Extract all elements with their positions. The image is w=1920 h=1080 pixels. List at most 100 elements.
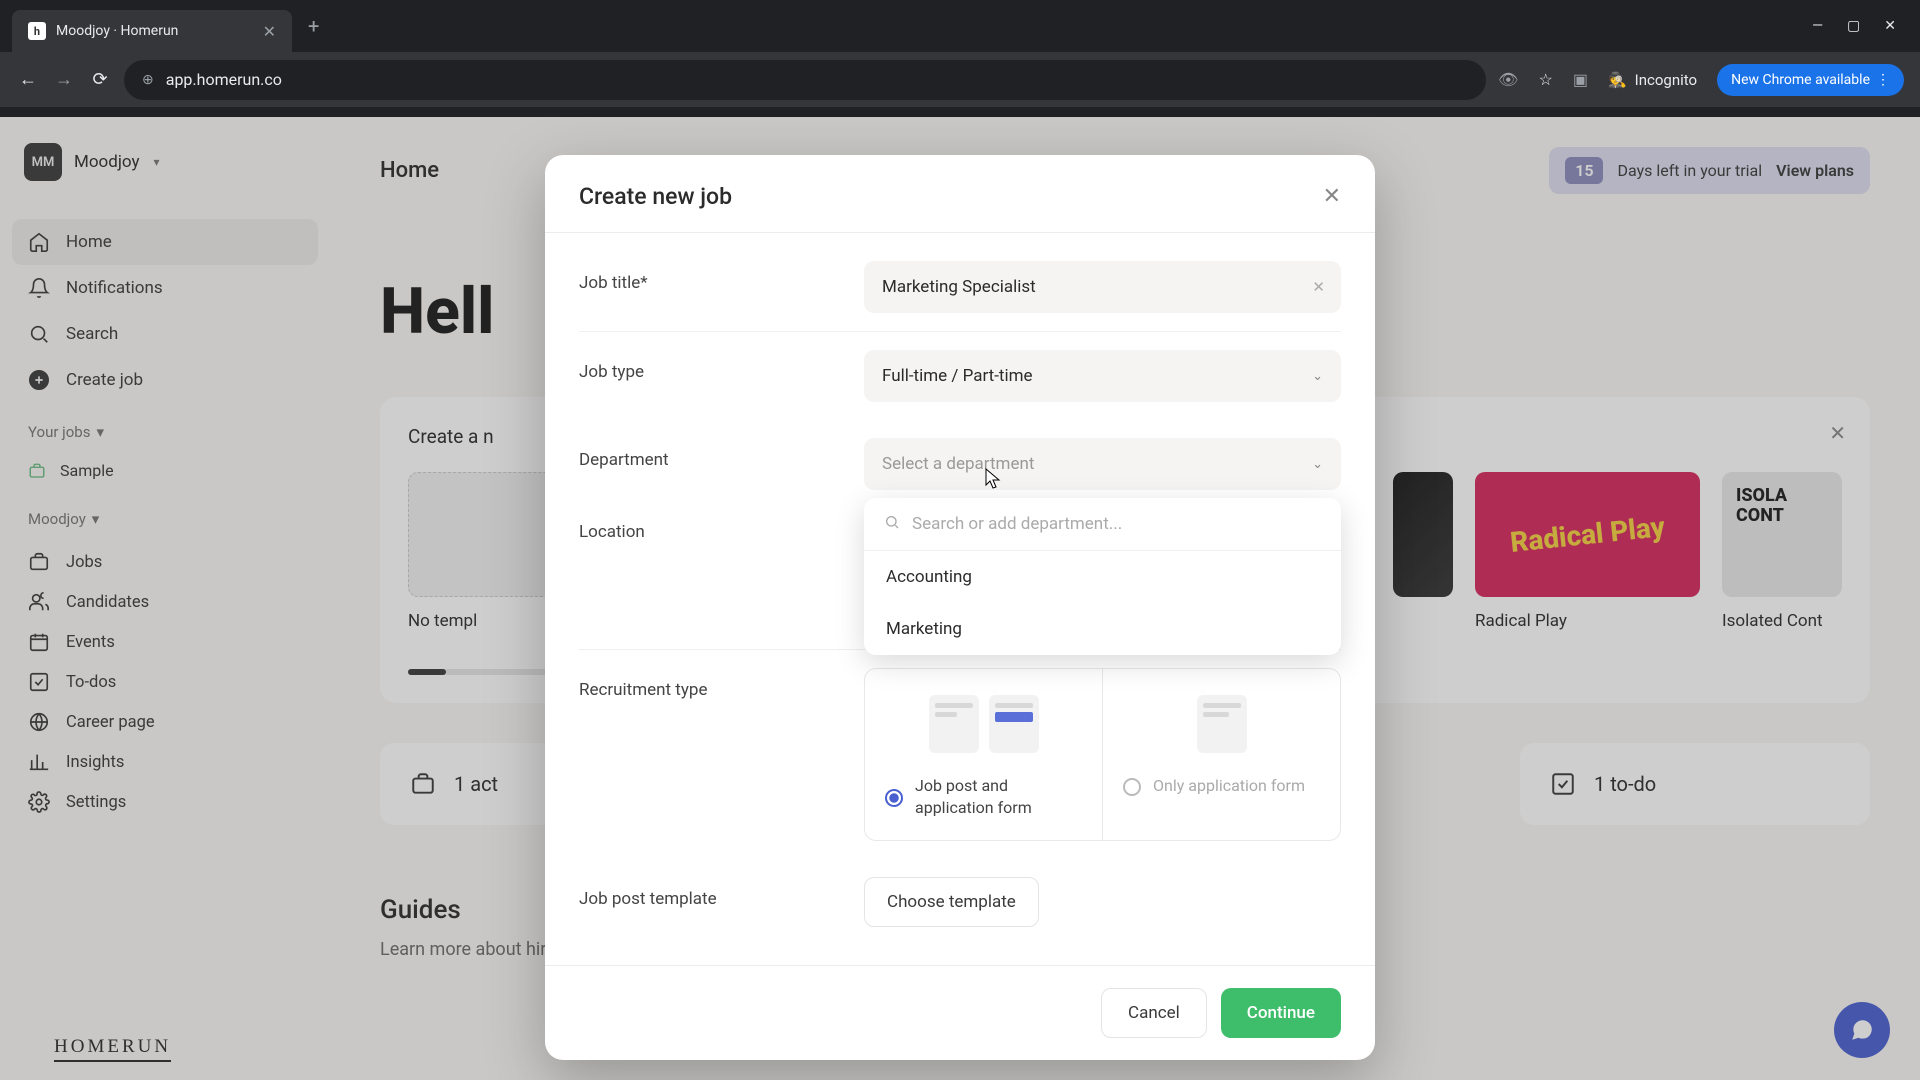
trial-days-count: 15 bbox=[1565, 157, 1603, 184]
view-plans-link[interactable]: View plans bbox=[1776, 161, 1854, 180]
chat-launcher[interactable] bbox=[1834, 1002, 1890, 1058]
org-name: Moodjoy bbox=[74, 152, 140, 172]
nav-jobs[interactable]: Jobs bbox=[12, 542, 318, 582]
choose-template-button[interactable]: Choose template bbox=[864, 877, 1039, 927]
trial-badge[interactable]: 15 Days left in your trial View plans bbox=[1549, 147, 1870, 194]
tile-preview: Radical Play bbox=[1475, 472, 1700, 597]
opt-preview bbox=[885, 689, 1082, 759]
recruitment-options: Job post and application form Only appli… bbox=[864, 668, 1341, 841]
nav-label: Jobs bbox=[66, 553, 102, 572]
recruitment-opt-both[interactable]: Job post and application form bbox=[865, 669, 1103, 840]
nav-label: Career page bbox=[66, 713, 155, 732]
section-label-text: Moodjoy bbox=[28, 510, 86, 528]
nav-notifications[interactable]: Notifications bbox=[12, 265, 318, 311]
stat-label: 1 to-do bbox=[1594, 772, 1656, 796]
site-info-icon[interactable]: ⊕ bbox=[142, 72, 154, 88]
tab-close-icon[interactable]: ✕ bbox=[263, 22, 276, 41]
dropdown-option-accounting[interactable]: Accounting bbox=[864, 551, 1341, 603]
modal-header: Create new job ✕ bbox=[545, 155, 1375, 233]
dropdown-option-marketing[interactable]: Marketing bbox=[864, 603, 1341, 655]
dropdown-search bbox=[864, 498, 1341, 551]
label-template: Job post template bbox=[579, 877, 864, 909]
close-icon[interactable]: ✕ bbox=[1829, 421, 1846, 445]
back-button[interactable]: ← bbox=[16, 69, 40, 90]
row-job-title: Job title* Marketing Specialist ✕ bbox=[579, 243, 1341, 332]
tab-bar: h Moodjoy · Homerun ✕ + — ▢ ✕ bbox=[0, 0, 1920, 52]
browser-chrome: h Moodjoy · Homerun ✕ + — ▢ ✕ ← → ⟳ ⊕ ap… bbox=[0, 0, 1920, 117]
chat-icon bbox=[1849, 1017, 1875, 1043]
search-icon bbox=[884, 514, 900, 534]
chrome-update-button[interactable]: New Chrome available ⋮ bbox=[1717, 64, 1904, 96]
reload-button[interactable]: ⟳ bbox=[88, 69, 112, 90]
create-job-modal: Create new job ✕ Job title* Marketing Sp… bbox=[545, 155, 1375, 1060]
nav-label: Settings bbox=[66, 793, 126, 812]
nav-career-page[interactable]: Career page bbox=[12, 702, 318, 742]
chevron-down-icon: ⌄ bbox=[1312, 369, 1323, 384]
forward-button[interactable]: → bbox=[52, 69, 76, 90]
template-tile-isolated[interactable]: ISOLA CONT Isolated Cont bbox=[1722, 472, 1842, 631]
row-department: Department Select a department ⌄ Account… bbox=[579, 420, 1341, 500]
modal-body: Job title* Marketing Specialist ✕ Job ty… bbox=[545, 233, 1375, 965]
nav-settings[interactable]: Settings bbox=[12, 782, 318, 822]
nav-events[interactable]: Events bbox=[12, 622, 318, 662]
continue-button[interactable]: Continue bbox=[1221, 988, 1341, 1038]
briefcase-icon bbox=[410, 771, 436, 797]
users-icon bbox=[28, 591, 50, 613]
department-select[interactable]: Select a department ⌄ bbox=[864, 438, 1341, 490]
incognito-indicator: 🕵 Incognito bbox=[1608, 71, 1697, 89]
template-tile-partial[interactable] bbox=[1393, 472, 1453, 611]
page-title: Home bbox=[380, 158, 439, 183]
job-title-input[interactable]: Marketing Specialist ✕ bbox=[864, 261, 1341, 313]
dropdown-search-input[interactable] bbox=[912, 514, 1321, 534]
nav-label: Search bbox=[66, 324, 118, 344]
label-recruitment: Recruitment type bbox=[579, 668, 864, 700]
recruitment-opt-form-only[interactable]: Only application form bbox=[1103, 669, 1340, 840]
incognito-icon: 🕵 bbox=[1608, 71, 1627, 89]
minimize-icon[interactable]: — bbox=[1812, 18, 1823, 34]
org-switcher[interactable]: MM Moodjoy ▾ bbox=[12, 133, 318, 191]
bookmark-icon[interactable]: ☆ bbox=[1538, 70, 1552, 89]
nav-candidates[interactable]: Candidates bbox=[12, 582, 318, 622]
trial-text: Days left in your trial bbox=[1617, 161, 1762, 180]
stat-todos[interactable]: 1 to-do bbox=[1520, 743, 1870, 825]
browser-tab[interactable]: h Moodjoy · Homerun ✕ bbox=[12, 10, 292, 52]
job-sample[interactable]: Sample bbox=[12, 451, 318, 490]
job-label: Sample bbox=[60, 461, 114, 480]
label-job-type: Job type bbox=[579, 350, 864, 382]
opt-preview bbox=[1123, 689, 1320, 759]
close-icon[interactable]: ✕ bbox=[1323, 184, 1341, 209]
radio-icon bbox=[1123, 778, 1141, 796]
section-label-text: Your jobs bbox=[28, 423, 90, 441]
maximize-icon[interactable]: ▢ bbox=[1847, 18, 1860, 34]
nav-label: Create job bbox=[66, 370, 143, 390]
select-placeholder: Select a department bbox=[882, 454, 1034, 474]
job-type-select[interactable]: Full-time / Part-time ⌄ bbox=[864, 350, 1341, 402]
org-avatar: MM bbox=[24, 143, 62, 181]
modal-footer: Cancel Continue bbox=[545, 965, 1375, 1060]
org-section[interactable]: Moodjoy ▾ bbox=[12, 490, 318, 538]
label-location: Location bbox=[579, 510, 864, 542]
opt-label: Only application form bbox=[1153, 775, 1305, 797]
nav-search[interactable]: Search bbox=[12, 311, 318, 357]
template-tile-radical[interactable]: Radical Play Radical Play bbox=[1475, 472, 1700, 631]
nav-label: Candidates bbox=[66, 593, 149, 612]
row-job-type: Job type Full-time / Part-time ⌄ bbox=[579, 332, 1341, 420]
nav-create-job[interactable]: Create job bbox=[12, 357, 318, 403]
chart-icon bbox=[28, 751, 50, 773]
eye-off-icon[interactable]: 👁 bbox=[1498, 70, 1518, 89]
new-tab-button[interactable]: + bbox=[296, 14, 331, 38]
clear-icon[interactable]: ✕ bbox=[1312, 278, 1325, 296]
nav-home[interactable]: Home bbox=[12, 219, 318, 265]
tab-title: Moodjoy · Homerun bbox=[56, 23, 253, 39]
panel-icon[interactable]: ▣ bbox=[1573, 70, 1588, 89]
your-jobs-section[interactable]: Your jobs ▾ bbox=[12, 403, 318, 451]
nav-label: Notifications bbox=[66, 278, 163, 298]
nav-insights[interactable]: Insights bbox=[12, 742, 318, 782]
cancel-button[interactable]: Cancel bbox=[1101, 988, 1207, 1038]
close-window-icon[interactable]: ✕ bbox=[1884, 18, 1896, 34]
url-input[interactable]: ⊕ app.homerun.co bbox=[124, 60, 1486, 100]
briefcase-icon bbox=[28, 462, 46, 480]
bell-icon bbox=[28, 277, 50, 299]
nav-todos[interactable]: To-dos bbox=[12, 662, 318, 702]
label-job-title: Job title* bbox=[579, 261, 864, 293]
